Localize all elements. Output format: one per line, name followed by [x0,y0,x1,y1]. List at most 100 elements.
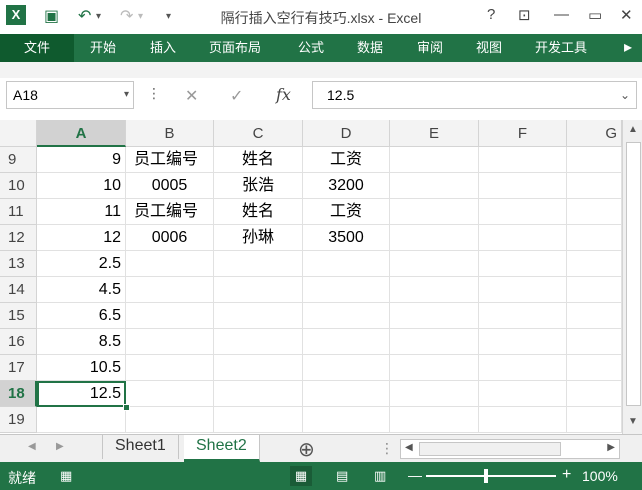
prev-sheet-icon[interactable]: ◀ [28,441,36,452]
cell-e10[interactable] [390,173,479,199]
select-all-corner[interactable] [0,120,37,147]
cell-c9[interactable]: 姓名 [214,147,303,173]
page-layout-view-icon[interactable]: ▤ [336,468,348,484]
expand-formula-icon[interactable]: ⌄ [620,82,630,108]
scroll-left-icon[interactable]: ◀ [405,442,413,453]
cell-b15[interactable] [126,303,214,329]
col-header-e[interactable]: E [390,120,479,147]
cell-d9[interactable]: 工资 [303,147,390,173]
cell-d10[interactable]: 3200 [303,173,390,199]
cell-b13[interactable] [126,251,214,277]
zoom-slider-track[interactable] [426,475,556,477]
cell-f11[interactable] [479,199,567,225]
cell-c14[interactable] [214,277,303,303]
cell-c18[interactable] [214,381,303,407]
cell-c13[interactable] [214,251,303,277]
cell-a9[interactable]: 9 [37,147,126,173]
row-header-18[interactable]: 18 [0,381,37,407]
cell-c11[interactable]: 姓名 [214,199,303,225]
cell-f10[interactable] [479,173,567,199]
ribbon-display-icon[interactable]: ⊡ [518,6,531,24]
worksheet-grid[interactable]: A B C D E F G 9 9 员工编号 姓名 工资 10 10 0005 张浩 3200 11… [0,120,622,434]
cell-f15[interactable] [479,303,567,329]
macro-record-icon[interactable]: ▦ [60,468,72,484]
cell-a13[interactable]: 2.5 [37,251,126,277]
row-header-10[interactable]: 10 [0,173,37,199]
scroll-right-icon[interactable]: ▶ [607,442,615,453]
cell-g15[interactable] [567,303,622,329]
cell-g19[interactable] [567,407,622,433]
cell-b18[interactable] [126,381,214,407]
cell-a12[interactable]: 12 [37,225,126,251]
row-header-13[interactable]: 13 [0,251,37,277]
cell-e16[interactable] [390,329,479,355]
col-header-g[interactable]: G [567,120,622,147]
cell-f9[interactable] [479,147,567,173]
tab-view[interactable]: 视图 [476,34,502,62]
cell-g18[interactable] [567,381,622,407]
cell-g10[interactable] [567,173,622,199]
zoom-out-button[interactable]: — [408,467,422,483]
h-scroll-thumb[interactable] [419,442,561,456]
vertical-scrollbar[interactable]: ▲ ▼ [622,120,642,434]
cell-a15[interactable]: 6.5 [37,303,126,329]
zoom-in-button[interactable]: + [562,466,571,484]
cell-c10[interactable]: 张浩 [214,173,303,199]
cell-b9[interactable]: 员工编号 [126,147,214,173]
help-button[interactable]: ? [487,6,495,23]
cell-a16[interactable]: 8.5 [37,329,126,355]
page-break-view-icon[interactable]: ▥ [374,468,386,484]
name-box[interactable]: A18 ▾ [6,81,134,109]
cell-f16[interactable] [479,329,567,355]
cell-d11[interactable]: 工资 [303,199,390,225]
insert-function-icon[interactable]: fx [276,85,291,104]
cell-a10[interactable]: 10 [37,173,126,199]
row-header-14[interactable]: 14 [0,277,37,303]
fill-handle[interactable] [123,404,130,411]
cell-c15[interactable] [214,303,303,329]
close-button[interactable]: ✕ [620,6,633,24]
next-sheet-icon[interactable]: ▶ [56,441,64,452]
tab-insert[interactable]: 插入 [150,34,176,62]
cell-d16[interactable] [303,329,390,355]
scroll-down-icon[interactable]: ▼ [628,416,638,427]
col-header-f[interactable]: F [479,120,567,147]
tab-home[interactable]: 开始 [90,34,116,62]
row-header-11[interactable]: 11 [0,199,37,225]
cell-g16[interactable] [567,329,622,355]
scroll-thumb[interactable] [626,142,641,406]
cell-f13[interactable] [479,251,567,277]
cell-g12[interactable] [567,225,622,251]
cell-b11[interactable]: 员工编号 [126,199,214,225]
name-box-dropdown-icon[interactable]: ▾ [124,82,129,108]
scroll-up-icon[interactable]: ▲ [628,124,638,135]
cell-c17[interactable] [214,355,303,381]
cell-d19[interactable] [303,407,390,433]
cell-b10[interactable]: 0005 [126,173,214,199]
cell-f18[interactable] [479,381,567,407]
tab-review[interactable]: 审阅 [417,34,443,62]
cell-b12[interactable]: 0006 [126,225,214,251]
horizontal-scrollbar[interactable]: ◀ ▶ [400,439,620,459]
cell-f17[interactable] [479,355,567,381]
cancel-icon[interactable]: ✕ [185,86,198,106]
minimize-button[interactable]: — [554,6,569,23]
cell-e15[interactable] [390,303,479,329]
cell-d14[interactable] [303,277,390,303]
tab-developer[interactable]: 开发工具 [535,34,587,62]
tab-split-handle-icon[interactable]: ⋮ [380,440,394,457]
col-header-b[interactable]: B [126,120,214,147]
cell-e11[interactable] [390,199,479,225]
restore-button[interactable]: ▭ [588,6,602,24]
cell-e13[interactable] [390,251,479,277]
ribbon-scroll-icon[interactable]: ▸ [624,34,632,62]
cell-c12[interactable]: 孙琳 [214,225,303,251]
add-sheet-icon[interactable]: ⊕ [298,437,315,462]
cell-d13[interactable] [303,251,390,277]
tab-page-layout[interactable]: 页面布局 [209,34,261,62]
cell-e12[interactable] [390,225,479,251]
col-header-c[interactable]: C [214,120,303,147]
cell-b17[interactable] [126,355,214,381]
col-header-a[interactable]: A [37,120,126,147]
cell-a17[interactable]: 10.5 [37,355,126,381]
